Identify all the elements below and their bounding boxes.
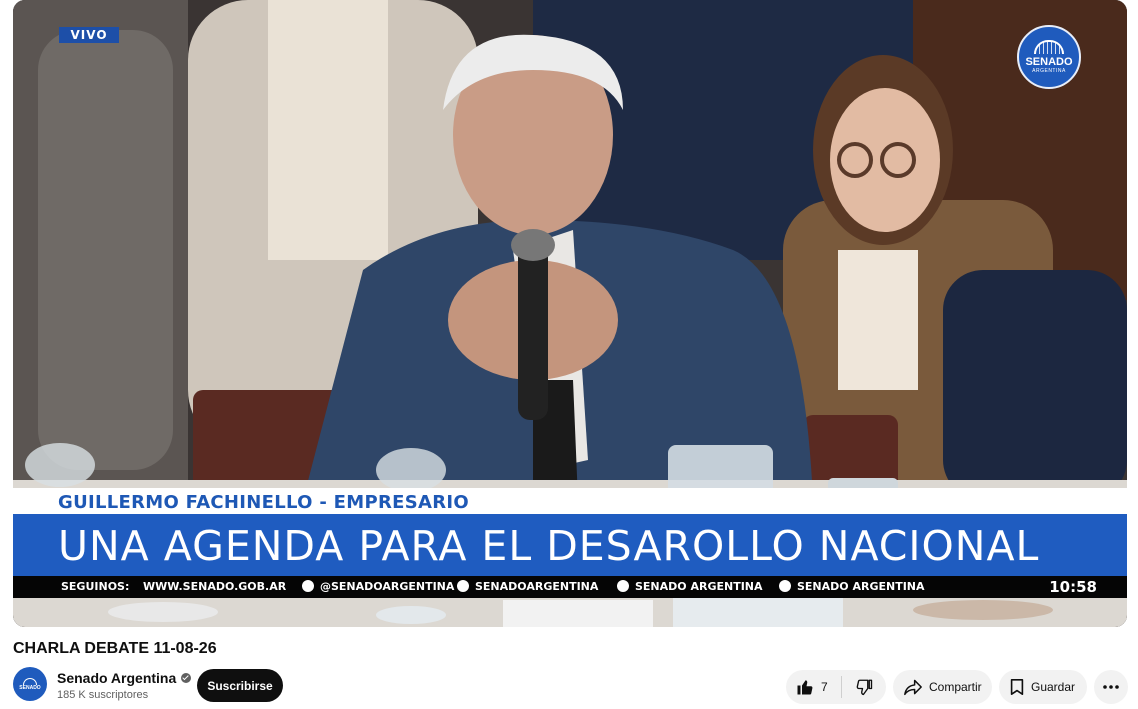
lower-third-headline-bar: UNA AGENDA PARA EL DESAROLLO NACIONAL <box>13 514 1127 576</box>
more-horizontal-icon <box>1103 685 1119 689</box>
more-actions-button[interactable] <box>1094 670 1128 704</box>
website: WWW.SENADO.GOB.AR <box>143 580 287 593</box>
thumbs-up-icon <box>796 678 814 696</box>
subscriber-count: 185 K suscriptores <box>57 689 149 701</box>
follow-label: SEGUINOS: <box>61 580 130 593</box>
save-label: Guardar <box>1031 680 1076 694</box>
social-x: @SENADOARGENTINA <box>302 580 454 593</box>
dome-icon <box>23 677 37 685</box>
video-player[interactable]: VIVO SENADO ARGENTINA GUILLERMO FACHINEL… <box>13 0 1127 627</box>
channel-avatar[interactable]: SENADO <box>13 667 47 701</box>
logo-line-1: SENADO <box>1025 55 1073 68</box>
subscribe-button[interactable]: Suscribirse <box>197 669 283 702</box>
social-youtube: SENADO ARGENTINA <box>779 580 925 593</box>
thumbs-down-icon <box>855 678 873 696</box>
senado-logo: SENADO ARGENTINA <box>1017 25 1081 89</box>
x-icon <box>302 580 314 592</box>
logo-line-2: ARGENTINA <box>1032 67 1066 74</box>
like-dislike-group: 7 <box>786 670 886 704</box>
facebook-icon <box>617 580 629 592</box>
verified-icon <box>181 673 192 683</box>
like-button[interactable]: 7 <box>786 670 841 704</box>
share-icon <box>903 678 923 696</box>
youtube-icon <box>779 580 791 592</box>
speaker-name: GUILLERMO FACHINELLO - EMPRESARIO <box>58 492 469 513</box>
bookmark-icon <box>1009 678 1025 696</box>
lower-third-ticker: SEGUINOS: WWW.SENADO.GOB.AR @SENADOARGEN… <box>13 576 1127 598</box>
social-facebook: SENADO ARGENTINA <box>617 580 763 593</box>
share-button[interactable]: Compartir <box>893 670 992 704</box>
dislike-button[interactable] <box>842 670 886 704</box>
live-badge: VIVO <box>59 27 119 43</box>
social-instagram: SENADOARGENTINA <box>457 580 598 593</box>
instagram-icon <box>457 580 469 592</box>
lower-third-name-bar: GUILLERMO FACHINELLO - EMPRESARIO <box>13 488 1127 514</box>
avatar-text: SENADO <box>19 684 41 691</box>
share-label: Compartir <box>929 680 982 694</box>
dome-icon <box>1034 39 1064 54</box>
clock: 10:58 <box>1049 578 1097 596</box>
video-title: CHARLA DEBATE 11-08-26 <box>13 640 217 657</box>
like-count: 7 <box>821 680 828 694</box>
save-button[interactable]: Guardar <box>999 670 1087 704</box>
channel-name: Senado Argentina <box>57 670 177 686</box>
channel-name-link[interactable]: Senado Argentina <box>57 670 192 686</box>
headline: UNA AGENDA PARA EL DESAROLLO NACIONAL <box>58 522 1040 570</box>
